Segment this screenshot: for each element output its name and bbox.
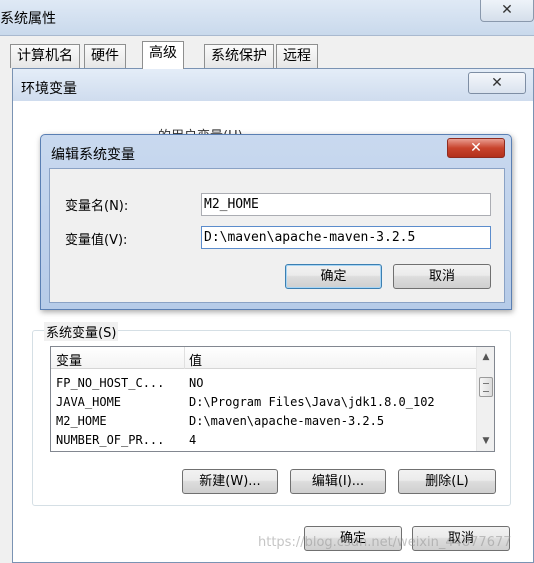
new-variable-button[interactable]: 新建(W)...: [182, 469, 278, 494]
edit-dialog-title: 编辑系统变量: [51, 147, 135, 163]
table-row[interactable]: JAVA_HOME D:\Program Files\Java\jdk1.8.0…: [51, 393, 476, 412]
variable-value-input[interactable]: D:\maven\apache-maven-3.2.5: [201, 226, 491, 249]
variable-value-label: 变量值(V):: [65, 233, 128, 248]
scroll-up-arrow-icon[interactable]: ▲: [477, 349, 494, 366]
edit-cancel-button[interactable]: 取消: [393, 264, 491, 289]
variable-value-cell: 4: [189, 433, 197, 447]
variable-name-cell: FP_NO_HOST_C...: [56, 376, 165, 390]
variable-value-cell: NO: [189, 376, 204, 390]
delete-variable-button[interactable]: 删除(L): [398, 469, 496, 494]
list-header: 变量 值: [51, 347, 476, 369]
system-variables-list[interactable]: 变量 值 FP_NO_HOST_C... NO JAVA_HOME D:\Pro…: [50, 346, 495, 452]
environment-variables-title: 环境变量: [21, 81, 77, 97]
system-variables-label: 系统变量(S): [44, 322, 119, 341]
edit-dialog-body: 变量名(N): M2_HOME 变量值(V): D:\maven\apache-…: [49, 168, 505, 303]
column-divider[interactable]: [184, 347, 185, 369]
system-properties-close-button[interactable]: ✕: [480, 0, 534, 22]
variable-name-cell: NUMBER_OF_PR...: [56, 433, 165, 447]
variable-name-cell: M2_HOME: [56, 414, 107, 428]
list-scrollbar[interactable]: ▲ ▼: [476, 347, 494, 451]
edit-dialog-close-button[interactable]: ✕: [447, 138, 505, 158]
table-row[interactable]: NUMBER_OF_PR... 4: [51, 431, 476, 450]
column-header-variable[interactable]: 变量: [56, 350, 82, 369]
table-row[interactable]: M2_HOME D:\maven\apache-maven-3.2.5: [51, 412, 476, 431]
edit-system-variable-dialog: 编辑系统变量 ✕ 变量名(N): M2_HOME 变量值(V): D:\mave…: [40, 134, 512, 310]
variable-name-cell: JAVA_HOME: [56, 395, 122, 409]
variable-name-label: 变量名(N):: [65, 199, 129, 214]
environment-variables-titlebar: 环境变量 ✕: [13, 69, 533, 101]
scroll-down-arrow-icon[interactable]: ▼: [477, 433, 494, 450]
tab-computer-name[interactable]: 计算机名: [10, 44, 80, 68]
system-properties-title: 系统属性: [0, 11, 56, 27]
edit-variable-button[interactable]: 编辑(I)...: [290, 469, 386, 494]
edit-ok-button[interactable]: 确定: [285, 264, 382, 289]
column-header-value[interactable]: 值: [189, 350, 202, 369]
variable-value-cell: D:\maven\apache-maven-3.2.5: [189, 414, 385, 428]
tab-advanced[interactable]: 高级: [142, 41, 184, 69]
variable-value-cell: D:\Program Files\Java\jdk1.8.0_102: [189, 395, 435, 409]
table-row[interactable]: FP_NO_HOST_C... NO: [51, 374, 476, 393]
environment-variables-close-button[interactable]: ✕: [468, 72, 526, 94]
system-properties-titlebar: 系统属性 ✕: [0, 0, 534, 36]
tab-hardware[interactable]: 硬件: [84, 44, 126, 68]
tab-remote[interactable]: 远程: [276, 44, 318, 68]
tab-system-protection[interactable]: 系统保护: [204, 44, 274, 68]
watermark-text: https://blog.csdn.net/weixin_44877677: [258, 535, 512, 550]
scroll-thumb[interactable]: [479, 377, 493, 397]
variable-name-input[interactable]: M2_HOME: [201, 193, 491, 216]
